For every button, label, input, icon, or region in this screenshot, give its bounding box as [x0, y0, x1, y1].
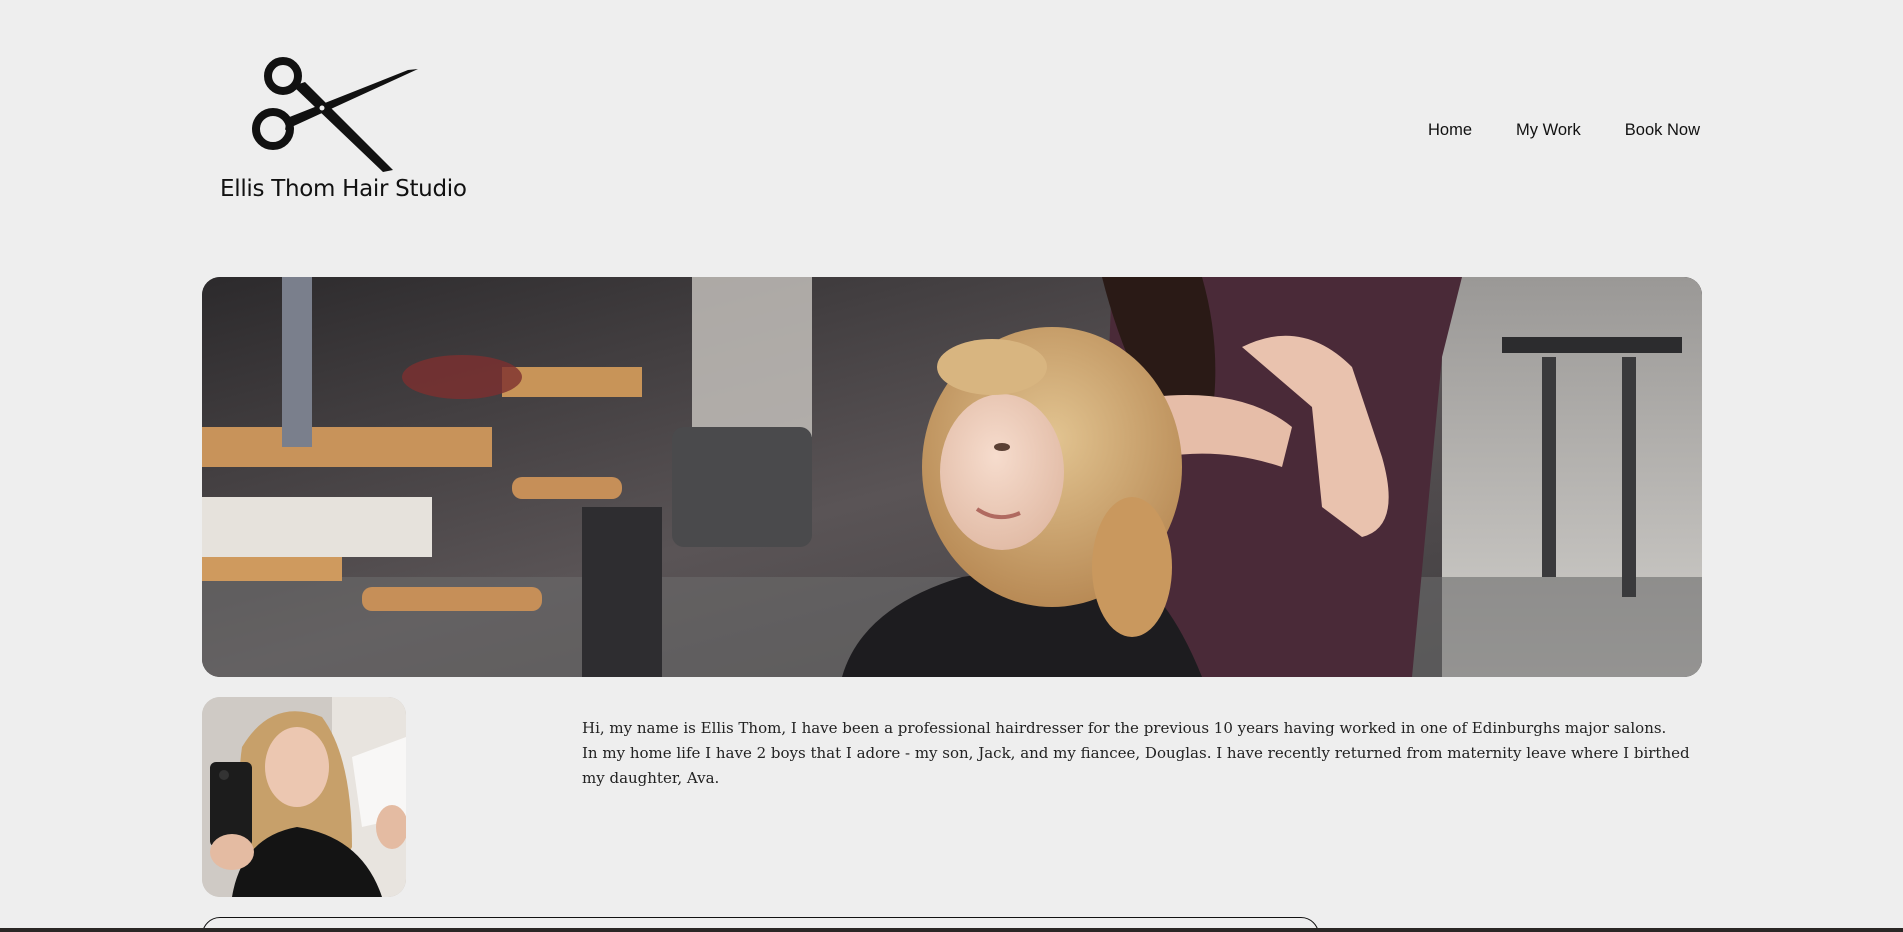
scissors-icon [252, 57, 418, 172]
profile-photo [202, 697, 406, 897]
main-nav: Home My Work Book Now [1400, 121, 1700, 143]
hero-image [202, 277, 1702, 677]
salon-photo [202, 277, 1702, 677]
nav-my-work[interactable]: My Work [1516, 121, 1581, 143]
nav-home[interactable]: Home [1428, 121, 1472, 143]
brand-name: Ellis Thom Hair Studio [220, 176, 467, 202]
avatar-image [202, 697, 406, 897]
intro-paragraph-1: Hi, my name is Ellis Thom, I have been a… [582, 719, 1667, 737]
page: Ellis Thom Hair Studio Home My Work Book… [0, 0, 1903, 932]
nav-book-now[interactable]: Book Now [1625, 121, 1700, 143]
bottom-bar [0, 928, 1903, 932]
brand-logo[interactable]: Ellis Thom Hair Studio [205, 52, 467, 212]
intro-text: Hi, my name is Ellis Thom, I have been a… [582, 716, 1702, 791]
intro-paragraph-2: In my home life I have 2 boys that I ado… [582, 744, 1690, 787]
